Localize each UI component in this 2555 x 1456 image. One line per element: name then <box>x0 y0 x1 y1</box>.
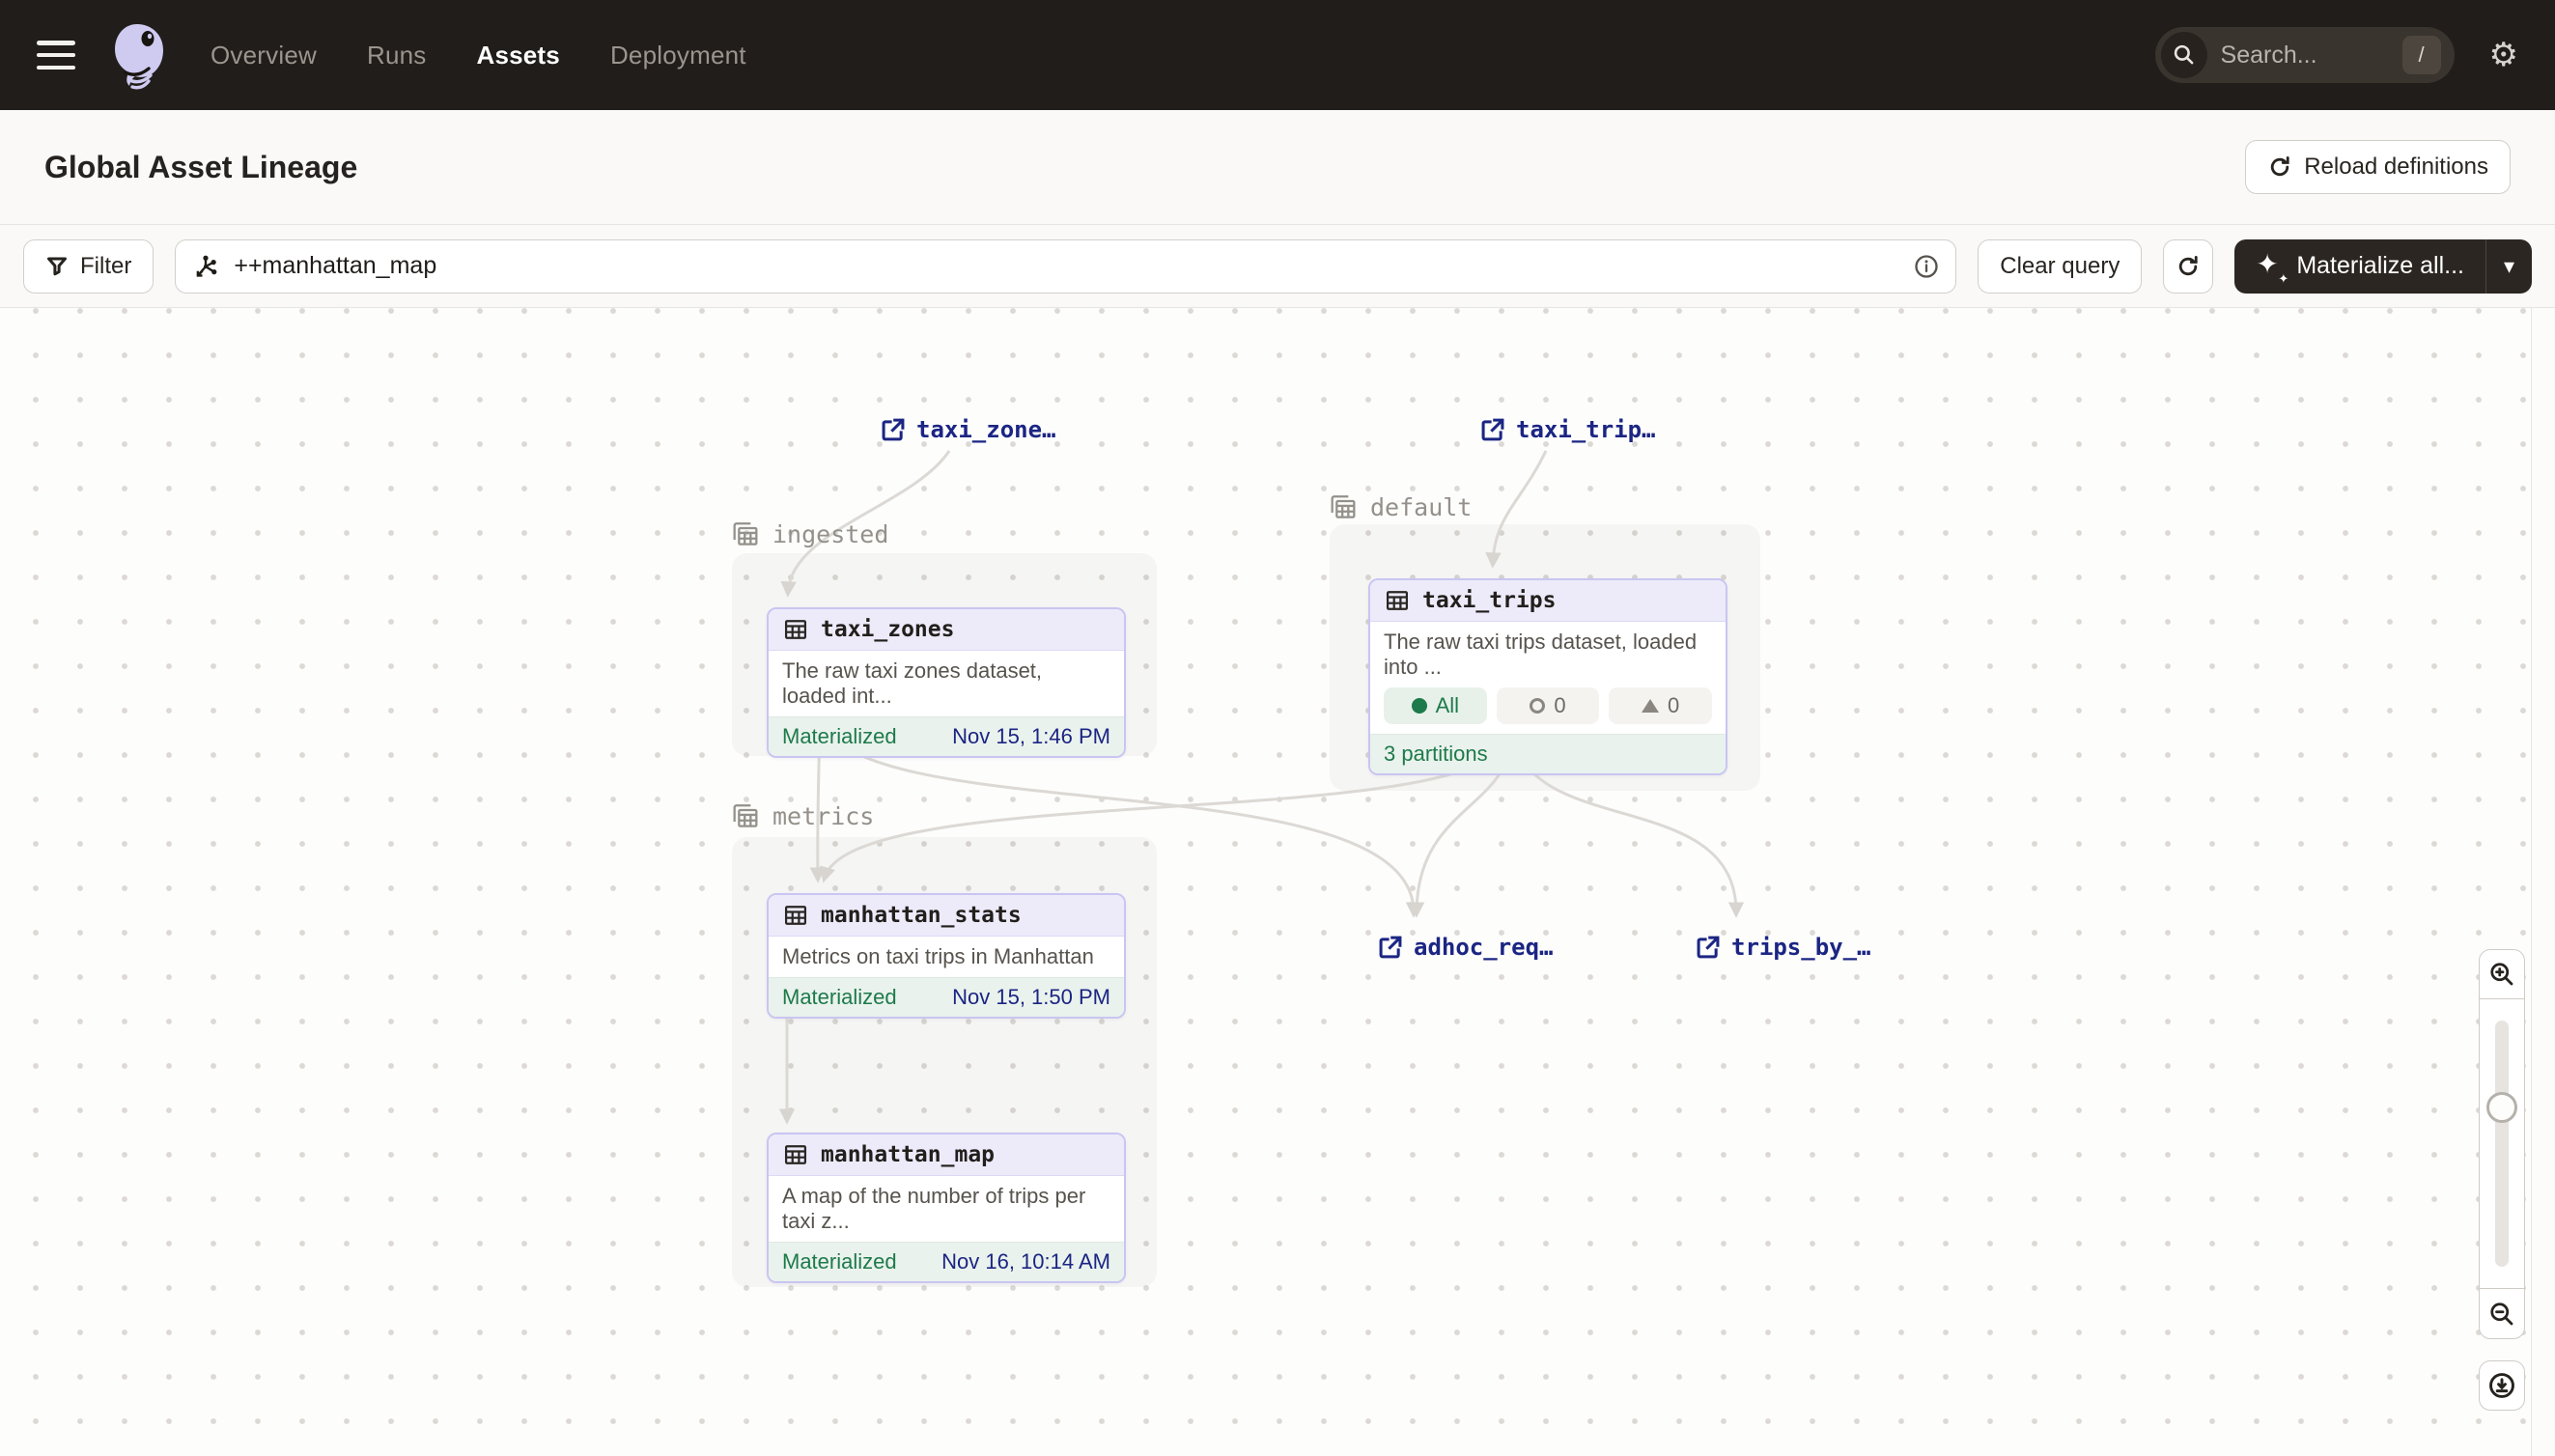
zoom-in-icon <box>2487 960 2516 989</box>
materialization-timestamp[interactable]: Nov 15, 1:50 PM <box>952 985 1110 1010</box>
filled-dot-icon <box>1412 698 1427 714</box>
dagster-logo-icon[interactable] <box>106 20 168 90</box>
sparkle-icon: ✦ ✦ <box>2256 250 2285 283</box>
ring-icon <box>1530 698 1545 714</box>
asset-name: manhattan_stats <box>821 903 1022 928</box>
search-shortcut-badge: / <box>2402 36 2441 74</box>
table-group-icon <box>730 518 761 549</box>
group-label-default[interactable]: default <box>1328 491 1472 522</box>
zoom-slider-track[interactable] <box>2495 1021 2509 1267</box>
refresh-graph-button[interactable] <box>2163 239 2213 294</box>
search-icon <box>2161 32 2207 78</box>
nav-item-runs[interactable]: Runs <box>367 41 427 70</box>
asset-name: taxi_zones <box>821 617 954 642</box>
asset-name: manhattan_map <box>821 1142 995 1167</box>
asset-query-input[interactable]: ++manhattan_map <box>175 239 1956 294</box>
external-link-icon <box>1695 934 1722 961</box>
external-asset-taxi-zone[interactable]: taxi_zone… <box>880 416 1056 443</box>
external-asset-trips-by[interactable]: trips_by_… <box>1695 934 1871 961</box>
title-bar: Global Asset Lineage Reload definitions <box>0 110 2555 225</box>
search-input[interactable]: Search... / <box>2155 27 2455 83</box>
external-asset-taxi-trip[interactable]: taxi_trip… <box>1479 416 1656 443</box>
partitions-failed-badge[interactable]: 0 <box>1497 687 1600 724</box>
chevron-down-icon: ▾ <box>2504 254 2514 279</box>
lineage-graph-icon <box>191 252 220 281</box>
table-group-icon <box>730 800 761 831</box>
refresh-icon <box>2267 154 2292 180</box>
info-icon[interactable] <box>1913 253 1940 280</box>
filter-button[interactable]: Filter <box>23 239 154 294</box>
refresh-icon <box>2176 254 2201 279</box>
materialize-options-caret[interactable]: ▾ <box>2485 239 2532 294</box>
materialize-all-split-button: ✦ ✦ Materialize all... ▾ <box>2234 239 2532 294</box>
group-label-metrics[interactable]: metrics <box>730 800 874 831</box>
lineage-edges <box>0 308 2555 1456</box>
top-nav: Overview Runs Assets Deployment Search..… <box>0 0 2555 110</box>
asset-description: Metrics on taxi trips in Manhattan <box>769 937 1124 977</box>
page-title: Global Asset Lineage <box>44 150 357 185</box>
nav-item-overview[interactable]: Overview <box>211 41 317 70</box>
scrollbar-track[interactable] <box>2531 308 2555 1456</box>
status-badge: Materialized <box>782 724 897 749</box>
table-group-icon <box>1328 491 1359 522</box>
zoom-in-button[interactable] <box>2479 949 2525 999</box>
asset-node-taxi-trips[interactable]: taxi_trips The raw taxi trips dataset, l… <box>1368 578 1727 775</box>
status-badge: Materialized <box>782 985 897 1010</box>
asset-description: A map of the number of trips per taxi z.… <box>769 1176 1124 1242</box>
lineage-toolbar: Filter ++manhattan_map Clear query ✦ <box>0 225 2555 308</box>
nav-links: Overview Runs Assets Deployment <box>211 41 746 70</box>
external-link-icon <box>1479 416 1506 443</box>
table-icon <box>1384 587 1411 614</box>
partitions-missing-badge[interactable]: 0 <box>1609 687 1712 724</box>
table-icon <box>782 902 809 929</box>
query-value[interactable]: ++manhattan_map <box>234 252 1899 280</box>
asset-name: taxi_trips <box>1422 588 1556 613</box>
external-link-icon <box>1377 934 1404 961</box>
zoom-out-button[interactable] <box>2479 1289 2525 1339</box>
asset-description: The raw taxi zones dataset, loaded int..… <box>769 651 1124 716</box>
download-icon <box>2486 1370 2517 1401</box>
reload-definitions-button[interactable]: Reload definitions <box>2245 140 2511 194</box>
zoom-slider-thumb[interactable] <box>2486 1092 2517 1123</box>
external-asset-adhoc-request[interactable]: adhoc_req… <box>1377 934 1554 961</box>
clear-query-button[interactable]: Clear query <box>1978 239 2142 294</box>
zoom-controls <box>2479 949 2525 1411</box>
external-link-icon <box>880 416 907 443</box>
zoom-out-icon <box>2487 1300 2516 1329</box>
nav-item-deployment[interactable]: Deployment <box>610 41 746 70</box>
partitions-materialized-badge[interactable]: All <box>1384 687 1487 724</box>
settings-gear-icon[interactable]: ⚙ <box>2489 39 2518 71</box>
table-icon <box>782 616 809 643</box>
table-icon <box>782 1141 809 1168</box>
group-label-ingested[interactable]: ingested <box>730 518 888 549</box>
asset-node-manhattan-stats[interactable]: manhattan_stats Metrics on taxi trips in… <box>767 893 1126 1019</box>
partition-status-row: All 0 0 <box>1370 687 1726 734</box>
search-placeholder: Search... <box>2221 42 2402 70</box>
download-image-button[interactable] <box>2479 1360 2525 1411</box>
materialize-all-button[interactable]: ✦ ✦ Materialize all... <box>2234 239 2485 294</box>
menu-icon[interactable] <box>37 41 75 70</box>
asset-description: The raw taxi trips dataset, loaded into … <box>1370 622 1726 687</box>
materialization-timestamp[interactable]: Nov 15, 1:46 PM <box>952 724 1110 749</box>
asset-lineage-canvas[interactable]: ingested default metrics taxi_zone… taxi… <box>0 308 2555 1456</box>
asset-node-manhattan-map[interactable]: manhattan_map A map of the number of tri… <box>767 1133 1126 1283</box>
status-badge: Materialized <box>782 1249 897 1274</box>
triangle-icon <box>1642 699 1659 713</box>
nav-item-assets[interactable]: Assets <box>476 41 559 70</box>
filter-funnel-icon <box>45 255 69 278</box>
asset-node-taxi-zones[interactable]: taxi_zones The raw taxi zones dataset, l… <box>767 607 1126 758</box>
partitions-count[interactable]: 3 partitions <box>1384 742 1488 767</box>
materialization-timestamp[interactable]: Nov 16, 10:14 AM <box>941 1249 1110 1274</box>
zoom-slider[interactable] <box>2479 999 2525 1289</box>
